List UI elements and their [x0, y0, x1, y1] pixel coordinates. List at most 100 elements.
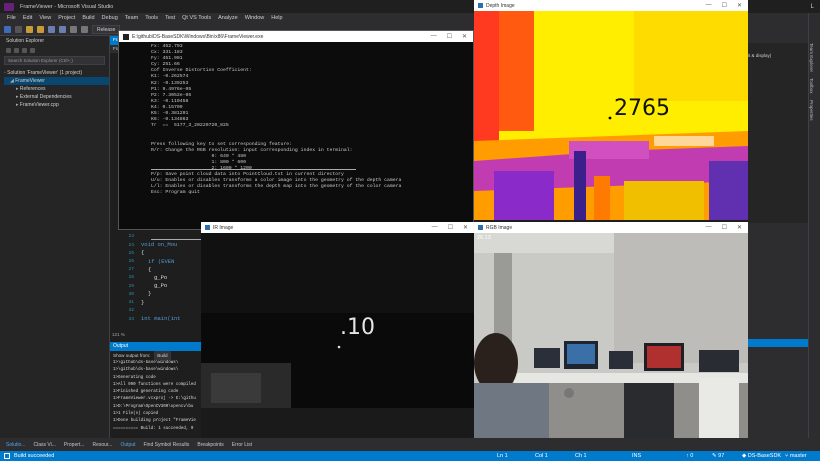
depth-image[interactable] — [474, 11, 748, 220]
status-branch[interactable]: ⑂ master — [785, 453, 807, 459]
ir-title: IR Image — [213, 224, 234, 231]
menu-item[interactable]: Analyze — [218, 15, 238, 21]
menu-item[interactable]: Tools — [145, 15, 158, 21]
se-back-icon[interactable] — [6, 48, 11, 53]
menu-item[interactable]: Qt VS Tools — [182, 15, 211, 21]
status-repo[interactable]: ◆ DS-BaseSDK — [742, 453, 781, 459]
bottom-tab[interactable]: Solutio... — [6, 442, 25, 448]
build-status-icon — [4, 453, 10, 459]
console-titlebar: E:\github\DS-BaseSDK\Windows\Bin\x86\Fra… — [119, 31, 473, 42]
output-line: 1>1 File(s) copied — [113, 412, 159, 417]
menu-item[interactable]: Edit — [23, 15, 32, 21]
bottom-tab[interactable]: Find Symbol Results — [144, 442, 190, 448]
tab-properties[interactable]: Properties — [809, 94, 814, 121]
window-title: FrameViewer - Microsoft Visual Studio — [20, 3, 114, 10]
tab-toolbox[interactable]: Toolbox — [809, 72, 814, 94]
right-panel-body: it & display) — [748, 43, 808, 223]
ir-app-icon — [205, 225, 210, 230]
close-icon[interactable]: ✕ — [463, 224, 468, 231]
close-icon[interactable]: ✕ — [462, 33, 467, 40]
code-line: } — [141, 298, 145, 306]
code-line: g_Po — [154, 274, 168, 282]
tree-item-references[interactable]: ▸ References — [4, 85, 109, 93]
tab-team-explorer[interactable]: Team Explorer — [809, 13, 814, 72]
output-source-select[interactable]: Build — [154, 351, 171, 360]
status-bar: Build succeeded Ln 1 Col 1 Ch 1 INS ↑ 0 … — [0, 451, 820, 461]
redo-icon[interactable] — [81, 25, 88, 33]
forward-icon[interactable] — [15, 25, 22, 33]
new-project-icon[interactable] — [26, 25, 33, 33]
open-icon[interactable] — [37, 25, 44, 33]
code-line: { — [148, 265, 152, 273]
status-pencil-count[interactable]: ✎ 97 — [712, 453, 724, 459]
zoom-level[interactable]: 121 % — [112, 332, 125, 337]
se-sync-icon[interactable] — [30, 48, 35, 53]
code-line: g_Po — [154, 282, 168, 290]
depth-image-window: Depth Image — ☐ ✕ 2765 — [474, 0, 748, 220]
line-number: 33 — [128, 316, 134, 322]
minimize-icon[interactable]: — — [706, 224, 712, 231]
minimize-icon[interactable]: — — [706, 2, 712, 9]
output-line: 1>\github\ds-base\windows\ — [113, 368, 179, 373]
minimize-icon[interactable]: — — [432, 224, 438, 231]
maximize-icon[interactable]: ☐ — [722, 2, 727, 9]
tree-item-external[interactable]: ▸ External Dependencies — [4, 93, 109, 101]
se-search-input[interactable]: Search Solution Explorer (Ctrl+;) — [4, 56, 105, 65]
save-all-icon[interactable] — [59, 25, 66, 33]
se-home-icon[interactable] — [22, 48, 27, 53]
bottom-tab[interactable]: Resour... — [92, 442, 112, 448]
status-text: Build succeeded — [14, 453, 55, 459]
se-forward-icon[interactable] — [14, 48, 19, 53]
tree-item-solution[interactable]: ▫ Solution 'FrameViewer' (1 project) — [4, 69, 109, 77]
tree-item-project[interactable]: ◢ FrameViewer — [4, 77, 109, 85]
line-number: 23 — [128, 234, 134, 240]
console-window: E:\github\DS-BaseSDK\Windows\Bin\x86\Fra… — [118, 30, 474, 240]
bottom-tab[interactable]: Breakpoints — [197, 442, 223, 448]
bottom-tab[interactable]: Class Vi... — [33, 442, 55, 448]
line-number: 27 — [128, 267, 134, 273]
se-tree: ▫ Solution 'FrameViewer' (1 project) ◢ F… — [0, 66, 109, 109]
menu-item[interactable]: Project — [58, 15, 75, 21]
bottom-tab[interactable]: Propert... — [64, 442, 85, 448]
line-number: 32 — [128, 308, 134, 314]
ir-image[interactable] — [201, 233, 474, 440]
bottom-tab[interactable]: Error List — [232, 442, 252, 448]
minimize-icon[interactable]: — — [431, 33, 437, 40]
status-up-count[interactable]: ↑ 0 — [686, 453, 693, 459]
rgb-fps-label: 26.13 — [477, 235, 491, 241]
menu-item[interactable]: Build — [82, 15, 94, 21]
code-line: int main(int — [141, 314, 181, 322]
menu-item[interactable]: Window — [245, 15, 265, 21]
config-select[interactable]: Release — [92, 24, 121, 34]
status-ins: INS — [632, 453, 642, 459]
solution-explorer: Solution Explorer Search Solution Explor… — [0, 36, 110, 438]
maximize-icon[interactable]: ☐ — [447, 33, 452, 40]
rgb-image[interactable] — [474, 233, 748, 440]
bottom-tab[interactable]: Output — [120, 442, 135, 448]
rgb-title: RGB Image — [486, 224, 513, 231]
right-panel-hint: it & display) — [748, 53, 772, 58]
solution-explorer-title: Solution Explorer — [6, 38, 45, 44]
code-line: { — [141, 249, 145, 257]
menu-item[interactable]: Team — [125, 15, 138, 21]
output-line: 1>Generating code — [113, 375, 156, 380]
menu-item[interactable]: Debug — [102, 15, 118, 21]
right-avatar[interactable]: L — [811, 4, 814, 10]
menu-item[interactable]: File — [7, 15, 16, 21]
output-line: 1>\github\ds-base\windows\ — [113, 361, 179, 365]
back-icon[interactable] — [4, 25, 11, 33]
undo-icon[interactable] — [70, 25, 77, 33]
close-icon[interactable]: ✕ — [737, 2, 742, 9]
maximize-icon[interactable]: ☐ — [448, 224, 453, 231]
maximize-icon[interactable]: ☐ — [722, 224, 727, 231]
output-show-from-label: Show output from: — [113, 353, 151, 358]
menu-item[interactable]: View — [39, 15, 51, 21]
output-source-row: Show output from: Build — [110, 351, 203, 360]
save-icon[interactable] — [48, 25, 55, 33]
tree-item-cpp[interactable]: ▸ FrameViewer.cpp — [4, 101, 109, 109]
line-number: 24 — [128, 242, 134, 248]
console-line: Esc: Program quit — [151, 190, 200, 196]
menu-item[interactable]: Help — [271, 15, 282, 21]
close-icon[interactable]: ✕ — [737, 224, 742, 231]
menu-item[interactable]: Test — [165, 15, 175, 21]
